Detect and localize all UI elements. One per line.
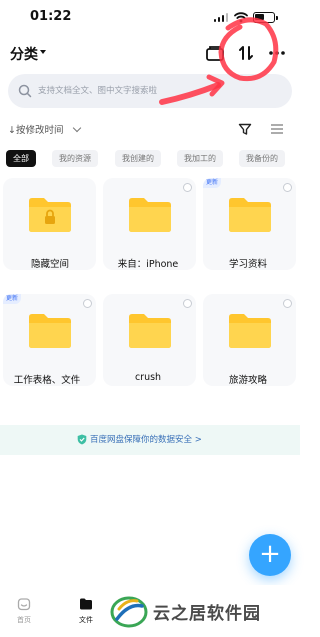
add-button[interactable]: +	[249, 534, 291, 576]
folder-name: 旅游攻略	[228, 375, 267, 386]
locked-folder-icon	[29, 198, 71, 232]
search-bar[interactable]	[8, 74, 292, 108]
search-input[interactable]	[38, 82, 278, 100]
more-icon[interactable]	[266, 42, 288, 64]
select-radio[interactable]	[283, 299, 292, 308]
watermark-text: 云之居软件园	[153, 604, 261, 624]
chip-created-by-me[interactable]: 我创建的	[115, 150, 161, 167]
tab-label: 文件	[79, 616, 93, 624]
tab-label: 首页	[17, 616, 31, 624]
chip-all[interactable]: 全部	[6, 150, 36, 167]
shield-icon	[77, 434, 87, 445]
status-time: 01:22	[30, 9, 72, 24]
caret-down-icon[interactable]	[40, 50, 46, 54]
folder-icon	[129, 314, 171, 348]
signal-icon	[214, 12, 228, 22]
list-view-icon[interactable]	[270, 122, 284, 136]
filter-chips: 全部 我的资源 我创建的 我加工的 我备份的	[4, 150, 300, 168]
sort-bar: ↓按修改时间	[0, 118, 300, 140]
folder-name: 工作表格、文件	[13, 375, 81, 386]
folder-icon	[29, 314, 71, 348]
folder-icon	[80, 598, 92, 610]
watermark: 云之居软件园	[109, 591, 299, 631]
sort-dropdown[interactable]: ↓按修改时间	[8, 122, 63, 136]
battery-icon	[253, 12, 278, 23]
upload-box-icon[interactable]	[204, 42, 226, 64]
search-icon	[18, 84, 32, 98]
folder-name: 隐藏空间	[30, 259, 69, 270]
home-icon	[17, 598, 31, 611]
chip-backed-up-by-me[interactable]: 我备份的	[239, 150, 285, 167]
transfer-icon[interactable]	[235, 42, 257, 64]
watermark-logo-icon	[110, 596, 148, 628]
wifi-icon	[234, 12, 248, 23]
safety-notice-banner[interactable]: 百度网盘保障你的数据安全 >	[0, 425, 300, 455]
header: 分类	[0, 36, 300, 70]
status-bar: 01:22	[0, 0, 300, 34]
folder-icon	[129, 198, 171, 232]
folder-name: 来自：iPhone	[117, 259, 179, 270]
safety-notice-text[interactable]: 百度网盘保障你的数据安全 >	[90, 433, 202, 445]
chip-processed-by-me[interactable]: 我加工的	[177, 150, 223, 167]
folder-name: crush	[134, 372, 162, 383]
chevron-down-icon[interactable]	[72, 123, 82, 133]
select-radio[interactable]	[83, 299, 92, 308]
select-radio[interactable]	[183, 299, 192, 308]
select-radio[interactable]	[283, 183, 292, 192]
tab-home[interactable]: 首页	[9, 597, 39, 625]
page-title[interactable]: 分类	[10, 44, 38, 64]
folder-name: 学习资料	[228, 259, 267, 270]
folder-icon	[229, 198, 271, 232]
update-badge: 更新	[203, 178, 222, 188]
filter-icon[interactable]	[238, 122, 252, 136]
update-badge: 更新	[3, 294, 22, 304]
chip-my-resources[interactable]: 我的资源	[52, 150, 98, 167]
select-radio[interactable]	[183, 183, 192, 192]
folder-icon	[229, 314, 271, 348]
tab-files[interactable]: 文件	[71, 597, 101, 625]
